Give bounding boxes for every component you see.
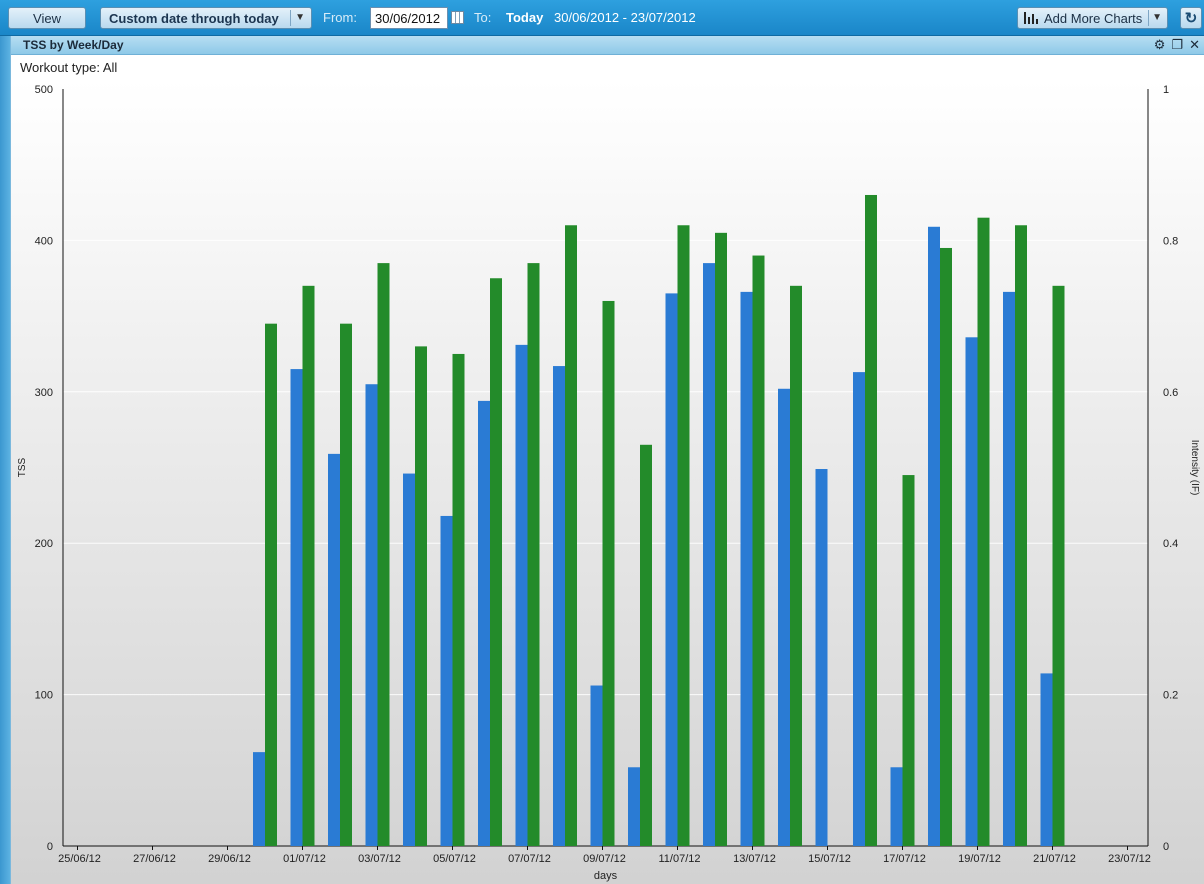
x-tick-label: 19/07/12 [958,853,1001,865]
tss-bar [928,226,940,847]
if-bar [677,225,690,846]
view-button-label: View [33,10,61,26]
if-bar [565,225,577,846]
y-axis-label: TSS [17,457,28,477]
x-tick-label: 07/07/12 [508,853,551,865]
top-toolbar: View Custom date through today ▼ From: T… [0,0,1204,36]
add-more-charts-label: Add More Charts [1044,10,1143,26]
if-bar [490,278,502,846]
from-date-field[interactable] [370,7,448,29]
y-tick-label: 500 [35,84,53,96]
y2-tick-label: 0.4 [1163,538,1178,550]
if-bar [1052,285,1065,846]
calendar-icon[interactable] [451,11,464,24]
x-tick-label: 23/07/12 [1108,853,1151,865]
dropdown-separator [1148,10,1149,26]
x-tick-label: 25/06/12 [58,853,101,865]
date-range-label: Custom date through today [109,10,279,26]
tss-bar [478,400,490,846]
if-bar [602,300,615,847]
tss-bar [440,515,453,846]
x-tick-label: 29/06/12 [208,853,251,865]
y-tick-label: 100 [35,690,53,702]
tss-bar [815,469,828,846]
tss-bar [253,752,265,846]
if-bar [452,353,465,846]
x-tick-label: 01/07/12 [283,853,326,865]
y-tick-label: 400 [35,235,53,247]
tss-bar [703,263,715,846]
date-range-dropdown[interactable]: Custom date through today ▼ [100,7,312,29]
if-bar [340,323,352,846]
chevron-down-icon: ▼ [295,12,305,23]
y2-axis-label: Intensity (IF) [1189,440,1200,496]
if-bar [377,263,390,846]
tss-bar [740,291,753,847]
refresh-button[interactable]: ↻ [1180,7,1202,29]
x-tick-label: 17/07/12 [883,853,926,865]
tss-bar [1040,673,1053,846]
x-tick-label: 15/07/12 [808,853,851,865]
date-range-text: 30/06/2012 - 23/07/2012 [554,10,696,25]
if-bar [752,255,765,847]
x-tick-label: 03/07/12 [358,853,401,865]
tss-bar [628,767,640,846]
tss-bar [1003,291,1015,847]
if-bar [977,217,990,846]
tss-bar [890,767,903,846]
refresh-icon: ↻ [1184,10,1198,27]
bar-chart-icon [1024,12,1038,24]
if-bar [902,475,915,846]
chart-panel: TSS by Week/Day ⚙ ❐ ✕ Workout type: All … [10,36,1204,884]
if-bar [415,346,427,846]
tss-bar [515,344,528,846]
to-date-value[interactable]: Today [506,10,543,25]
y2-tick-label: 0.2 [1163,690,1178,702]
if-bar [1015,225,1027,846]
if-bar [265,323,277,846]
dropdown-separator [290,10,291,26]
x-tick-label: 21/07/12 [1033,853,1076,865]
if-bar [302,285,315,846]
tss-bar [965,337,978,846]
x-tick-label: 11/07/12 [658,853,700,865]
x-tick-label: 27/06/12 [133,853,176,865]
y2-tick-label: 0 [1163,841,1169,853]
tss-bar [403,473,415,846]
x-tick-label: 05/07/12 [433,853,476,865]
from-label: From: [323,10,357,25]
tss-chart: 0 100 200 300 400 500 0 0.2 0.4 0.6 0.8 1 25/06/12 27… [17,84,1200,882]
add-more-charts-button[interactable]: Add More Charts ▼ [1017,7,1168,29]
tss-bar [553,366,565,846]
if-bar [940,247,952,847]
view-button[interactable]: View [8,7,86,29]
x-axis-label: days [594,870,618,882]
to-label: To: [474,10,492,25]
x-tick-label: 13/07/12 [733,853,776,865]
tss-bar [365,384,378,846]
if-bar [715,232,727,846]
left-dock-edge [0,36,10,884]
y2-tick-label: 1 [1163,84,1169,96]
y-tick-label: 200 [35,538,53,550]
tss-bar [778,388,790,846]
if-bar [527,263,540,846]
tss-bar [853,372,865,846]
tss-bar [290,369,303,846]
x-tick-label: 09/07/12 [583,853,626,865]
if-bar [640,444,652,846]
if-bar [790,285,802,846]
y2-tick-label: 0.6 [1163,387,1178,399]
if-bar [865,194,877,847]
tss-bar [590,685,603,846]
y2-tick-label: 0.8 [1163,235,1178,247]
chevron-down-icon: ▼ [1152,12,1162,23]
tss-bar [328,453,340,846]
tss-bar [665,293,678,846]
y-tick-label: 300 [35,387,53,399]
y-tick-label: 0 [47,841,53,853]
